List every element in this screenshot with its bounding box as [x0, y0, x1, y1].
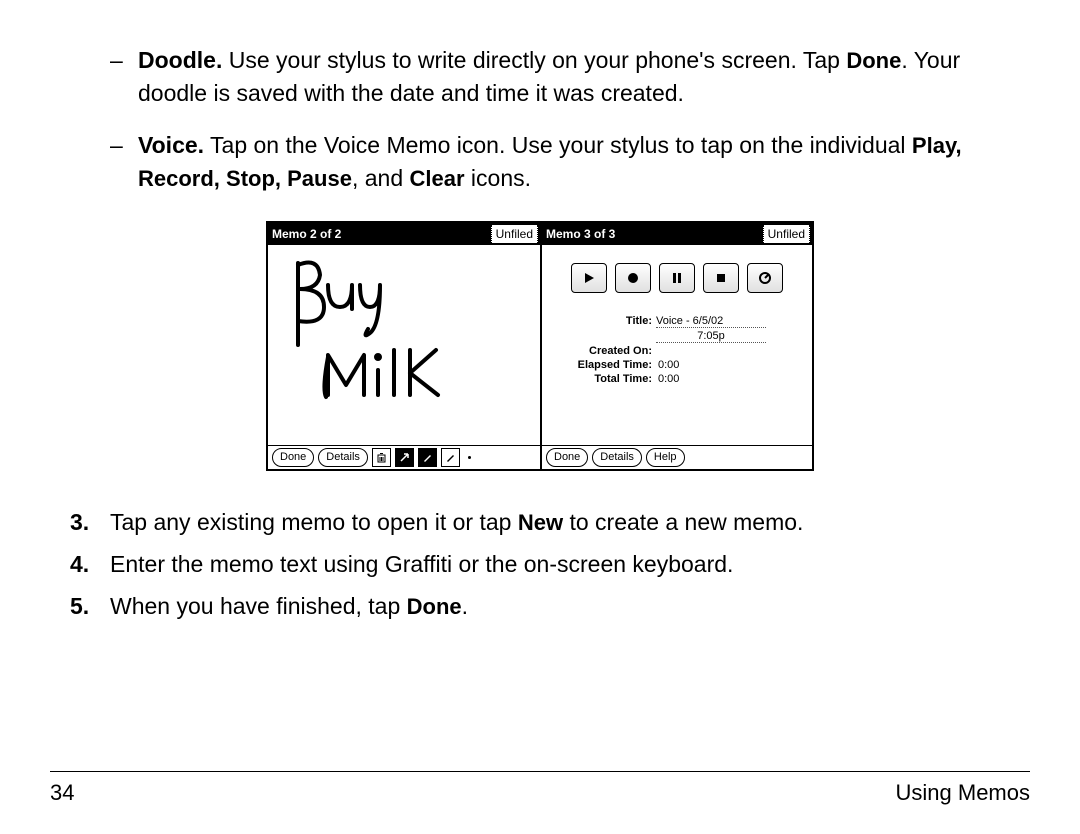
s5-done: Done: [407, 594, 462, 619]
bullet-voice: – Voice. Tap on the Voice Memo icon. Use…: [110, 129, 1030, 196]
elapsed-label: Elapsed Time:: [542, 359, 656, 371]
title-value[interactable]: Voice - 6/5/02: [656, 315, 766, 328]
title-label-blank: [542, 330, 656, 343]
clear-icon[interactable]: [747, 263, 783, 293]
page-footer: 34 Using Memos: [50, 771, 1030, 806]
pause-icon[interactable]: [659, 263, 695, 293]
doodle-canvas[interactable]: [268, 245, 540, 445]
doodle-memo-pane: Memo 2 of 2 Unfiled: [268, 223, 540, 469]
bullet-list: – Doodle. Use your stylus to write direc…: [110, 44, 1030, 195]
field-created: Created On:: [542, 345, 812, 357]
voice-header: Memo 3 of 3 Unfiled: [542, 223, 812, 245]
doodle-lead: Doodle.: [138, 47, 222, 73]
field-title-line2: 7:05p: [542, 330, 812, 343]
bullet-text: Voice. Tap on the Voice Memo icon. Use y…: [138, 129, 1030, 196]
arrow-icon[interactable]: [395, 448, 414, 467]
pen-black-icon[interactable]: [418, 448, 437, 467]
field-elapsed: Elapsed Time: 0:00: [542, 359, 812, 371]
field-title: Title: Voice - 6/5/02: [542, 315, 812, 328]
step-5: 5. When you have finished, tap Done.: [70, 589, 1030, 625]
created-label: Created On:: [542, 345, 656, 357]
doodle-done: Done: [846, 48, 901, 73]
page-number: 34: [50, 780, 74, 806]
title-value-b[interactable]: 7:05p: [656, 330, 766, 343]
figure: Memo 2 of 2 Unfiled: [266, 221, 814, 471]
total-label: Total Time:: [542, 373, 656, 385]
voice-comma: , and: [352, 165, 410, 191]
doodle-category[interactable]: Unfiled: [491, 225, 538, 243]
details-button[interactable]: Details: [318, 448, 368, 467]
figure-container: Memo 2 of 2 Unfiled: [50, 221, 1030, 471]
help-button[interactable]: Help: [646, 448, 685, 467]
field-total: Total Time: 0:00: [542, 373, 812, 385]
pen-white-icon[interactable]: [441, 448, 460, 467]
trash-icon[interactable]: [372, 448, 391, 467]
doodle-toolbar: Done Details: [268, 445, 540, 469]
s3-b: to create a new memo.: [563, 509, 803, 535]
elapsed-value: 0:00: [656, 359, 679, 371]
transport-row: [542, 245, 812, 293]
s5-a: When you have finished, tap: [110, 593, 407, 619]
step-3-num: 3.: [70, 505, 110, 541]
doodle-rest-a: Use your stylus to write directly on you…: [222, 47, 846, 73]
voice-memo-pane: Memo 3 of 3 Unfiled Title: Voice: [540, 223, 812, 469]
play-icon[interactable]: [571, 263, 607, 293]
title-label: Title:: [542, 315, 656, 328]
bullet-doodle: – Doodle. Use your stylus to write direc…: [110, 44, 1030, 111]
steps-list: 3. Tap any existing memo to open it or t…: [70, 505, 1030, 624]
details-button[interactable]: Details: [592, 448, 642, 467]
record-icon[interactable]: [615, 263, 651, 293]
step-5-num: 5.: [70, 589, 110, 625]
manual-page: – Doodle. Use your stylus to write direc…: [0, 0, 1080, 834]
doodle-title: Memo 2 of 2: [272, 227, 341, 241]
section-name: Using Memos: [896, 780, 1030, 806]
voice-rest-b: icons.: [465, 165, 531, 191]
color-dot-icon[interactable]: [468, 456, 471, 459]
s3-a: Tap any existing memo to open it or tap: [110, 509, 518, 535]
bullet-dash: –: [110, 129, 138, 196]
voice-toolbar: Done Details Help: [542, 445, 812, 469]
step-3-text: Tap any existing memo to open it or tap …: [110, 505, 1030, 541]
voice-rest-a: Tap on the Voice Memo icon. Use your sty…: [204, 132, 912, 158]
doodle-header: Memo 2 of 2 Unfiled: [268, 223, 540, 245]
voice-title: Memo 3 of 3: [546, 227, 615, 241]
done-button[interactable]: Done: [546, 448, 588, 467]
bullet-dash: –: [110, 44, 138, 111]
stop-icon[interactable]: [703, 263, 739, 293]
step-4: 4. Enter the memo text using Graffiti or…: [70, 547, 1030, 583]
step-4-num: 4.: [70, 547, 110, 583]
voice-body: Title: Voice - 6/5/02 7:05p Created On:: [542, 245, 812, 445]
voice-clear: Clear: [410, 166, 465, 191]
voice-lead: Voice.: [138, 132, 204, 158]
voice-fields: Title: Voice - 6/5/02 7:05p Created On:: [542, 315, 812, 385]
handwriting-buy-milk: [278, 255, 478, 415]
step-5-text: When you have finished, tap Done.: [110, 589, 1030, 625]
step-4-text: Enter the memo text using Graffiti or th…: [110, 547, 1030, 583]
step-3: 3. Tap any existing memo to open it or t…: [70, 505, 1030, 541]
bullet-text: Doodle. Use your stylus to write directl…: [138, 44, 1030, 111]
total-value: 0:00: [656, 373, 679, 385]
voice-category[interactable]: Unfiled: [763, 225, 810, 243]
created-value: [656, 345, 658, 357]
s3-new: New: [518, 510, 563, 535]
done-button[interactable]: Done: [272, 448, 314, 467]
s5-b: .: [462, 593, 468, 619]
